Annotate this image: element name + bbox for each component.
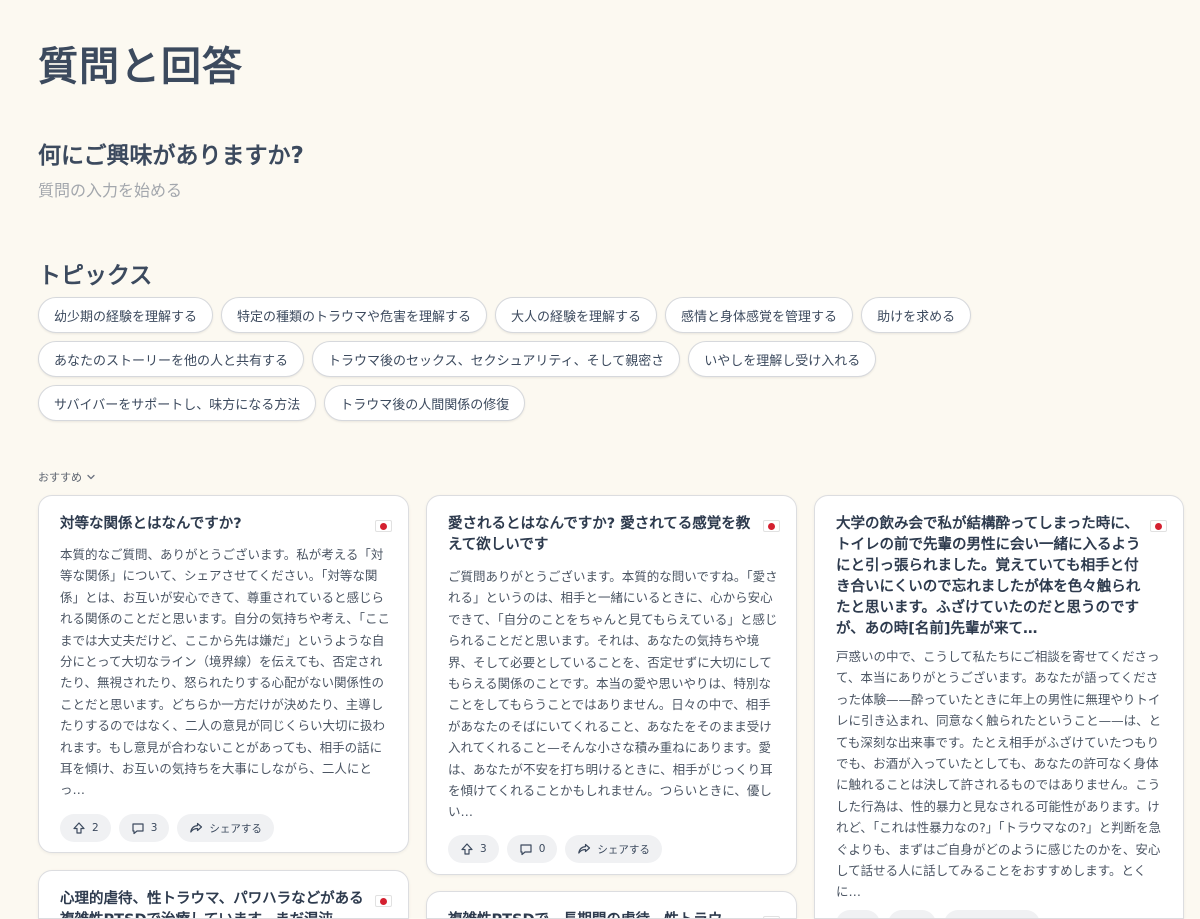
comment-count: 0 [538, 843, 546, 855]
comment-button[interactable]: 3 [118, 814, 170, 842]
japan-flag-icon [375, 520, 392, 532]
question-card[interactable]: 心理的虐待、性トラウマ、パワハラなどがある複雑性PTSDで治療しています。まだ混… [38, 870, 409, 919]
share-label: シェアする [209, 822, 262, 835]
upvote-icon [461, 843, 473, 855]
topic-chip[interactable]: トラウマ後のセックス、セクシュアリティ、そして親密さ [312, 341, 681, 377]
card-answer-text: ご質問ありがとうございます。本質的な問いですね。「愛される」というのは、相手と一… [448, 569, 778, 820]
card-answer-text: 戸惑いの中で、こうして私たちにご相談を寄せてくださって、本当にありがとうございま… [836, 649, 1162, 900]
topic-chip[interactable]: いやしを理解し受け入れる [688, 341, 877, 377]
topic-chip[interactable]: 助けを求める [861, 297, 972, 333]
upvote-count: 3 [480, 843, 487, 855]
share-button[interactable]: シェアする [565, 835, 662, 863]
question-heading: 何にご興味がありますか? [38, 143, 304, 169]
upvote-icon [73, 822, 85, 834]
page-title: 質問と回答 [38, 44, 243, 90]
card-title[interactable]: 愛されるとはなんですか? 愛されてる感覚を教えて欲しいです [448, 514, 760, 556]
upvote-button[interactable]: 2 [60, 814, 111, 842]
question-card[interactable]: 愛されるとはなんですか? 愛されてる感覚を教えて欲しいです ご質問ありがとうござ… [426, 495, 797, 875]
question-card[interactable]: 対等な関係とはなんですか? 本質的なご質問、ありがとうございます。私が考える「対… [38, 495, 409, 853]
comment-count: 3 [150, 822, 158, 834]
upvote-button[interactable]: 3 [448, 835, 499, 863]
topics-heading: トピックス [38, 263, 153, 289]
question-card[interactable]: 複雑性PTSDで、長期間の虐待、性トラウ [426, 891, 797, 919]
share-button[interactable] [944, 910, 1040, 918]
topic-chip[interactable]: トラウマ後の人間関係の修復 [324, 385, 526, 421]
chevron-down-icon [87, 474, 95, 480]
comment-icon [520, 844, 532, 856]
japan-flag-icon [763, 520, 780, 532]
share-icon [578, 843, 591, 854]
card-title[interactable]: 対等な関係とはなんですか? [60, 514, 372, 535]
upvote-count: 2 [92, 822, 99, 834]
share-label: シェアする [597, 843, 650, 856]
sort-label: おすすめ [38, 471, 82, 484]
topic-chip[interactable]: 特定の種類のトラウマや危害を理解する [221, 297, 488, 333]
comment-button[interactable]: 0 [506, 835, 558, 863]
topic-chip[interactable]: 幼少期の経験を理解する [38, 297, 214, 333]
question-card[interactable]: 大学の飲み会で私が結構酔ってしまった時に、トイレの前で先輩の男性に会い一緒に入る… [814, 495, 1184, 919]
topic-chip[interactable]: 感情と身体感覚を管理する [665, 297, 854, 333]
card-title[interactable]: 大学の飲み会で私が結構酔ってしまった時に、トイレの前で先輩の男性に会い一緒に入る… [836, 514, 1148, 640]
comment-button[interactable] [888, 910, 936, 918]
question-input[interactable] [38, 176, 538, 204]
topic-chip[interactable]: 大人の経験を理解する [495, 297, 658, 333]
japan-flag-icon [375, 895, 392, 907]
topic-chip[interactable]: あなたのストーリーを他の人と共有する [38, 341, 305, 377]
card-answer-text: 本質的なご質問、ありがとうございます。私が考える「対等な関係」について、シェアさ… [60, 547, 390, 798]
topic-chips: 幼少期の経験を理解する 特定の種類のトラウマや危害を理解する 大人の経験を理解す… [38, 297, 1038, 421]
comment-icon [132, 823, 144, 835]
card-title[interactable]: 複雑性PTSDで、長期間の虐待、性トラウ [448, 910, 760, 918]
japan-flag-icon [1150, 520, 1167, 532]
share-button[interactable]: シェアする [177, 814, 274, 842]
topic-chip[interactable]: サバイバーをサポートし、味方になる方法 [38, 385, 317, 421]
upvote-button[interactable] [836, 910, 880, 918]
sort-dropdown[interactable]: おすすめ [38, 469, 96, 485]
card-title[interactable]: 心理的虐待、性トラウマ、パワハラなどがある複雑性PTSDで治療しています。まだ混… [60, 889, 372, 918]
share-icon [190, 822, 203, 833]
